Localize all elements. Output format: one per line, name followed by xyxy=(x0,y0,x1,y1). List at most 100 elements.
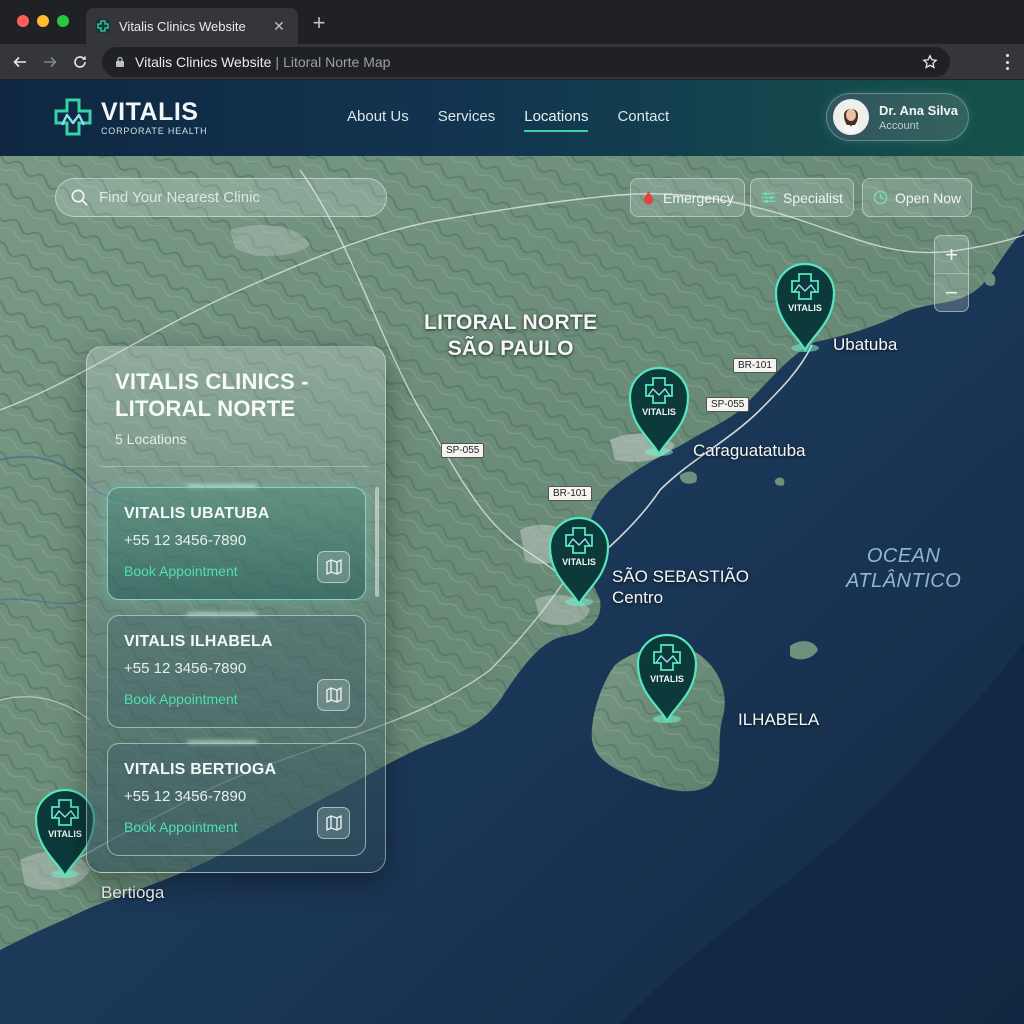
clock-icon xyxy=(873,190,888,205)
vitalis-favicon-icon xyxy=(96,19,110,33)
book-appointment-link[interactable]: Book Appointment xyxy=(124,563,238,579)
pin-label: VITALIS xyxy=(650,674,684,684)
city-label-ubatuba: Ubatuba xyxy=(833,335,898,354)
filter-open-now-label: Open Now xyxy=(895,189,962,206)
clinic-pin-ubatuba[interactable]: VITALIS xyxy=(774,262,836,354)
city-label-sao-sebastiao-line2: Centro xyxy=(612,588,664,607)
address-bar: Vitalis Clinics Website | Litoral Norte … xyxy=(0,44,1024,80)
locations-count: 5 Locations xyxy=(115,431,187,447)
map-icon xyxy=(325,559,342,575)
browser-tab-bar: Vitalis Clinics Website ✕ + xyxy=(0,0,1024,44)
clinic-phone: +55 12 3456-7890 xyxy=(124,788,247,805)
forward-button[interactable] xyxy=(38,50,62,74)
panel-scrollbar[interactable] xyxy=(375,487,379,597)
city-label-sao-sebastiao-line1: SÃO SEBASTIÃO xyxy=(612,567,749,586)
lock-icon xyxy=(116,56,124,67)
map-icon xyxy=(325,687,342,703)
reload-button[interactable] xyxy=(68,50,92,74)
book-appointment-link[interactable]: Book Appointment xyxy=(124,691,238,707)
filter-emergency-label: Emergency xyxy=(663,189,734,206)
pin-label: VITALIS xyxy=(788,303,822,313)
city-label-caraguatatuba: Caraguatatuba xyxy=(693,441,806,460)
zoom-in-button[interactable]: + xyxy=(935,236,968,274)
road-shield-br101: BR-101 xyxy=(733,358,777,373)
map-pin-icon: VITALIS xyxy=(636,633,698,724)
maximize-window-button[interactable] xyxy=(57,15,69,27)
ocean-label: OCEAN ATLÂNTICO xyxy=(846,544,961,594)
ocean-label-line2: ATLÂNTICO xyxy=(846,570,962,592)
vitalis-cross-logo-icon xyxy=(54,98,92,136)
panel-title: VITALIS CLINICS - LITORAL NORTE xyxy=(115,368,309,422)
pin-label: VITALIS xyxy=(642,407,676,417)
close-window-button[interactable] xyxy=(17,15,29,27)
clinic-pin-ilhabela[interactable]: VITALIS xyxy=(636,633,698,725)
filter-open-now-button[interactable]: Open Now xyxy=(862,178,973,217)
new-tab-button[interactable]: + xyxy=(308,10,330,36)
show-on-map-button[interactable] xyxy=(317,807,350,839)
nav-locations[interactable]: Locations xyxy=(524,108,589,132)
clinic-name: VITALIS UBATUBA xyxy=(124,505,270,522)
page: VITALIS CORPORATE HEALTH About Us Servic… xyxy=(0,80,1024,1024)
filter-specialist-button[interactable]: Specialist xyxy=(750,178,854,217)
nav-services[interactable]: Services xyxy=(438,108,496,132)
clinic-card-ilhabela[interactable]: VITALIS ILHABELA +55 12 3456-7890 Book A… xyxy=(107,615,366,728)
drop-icon xyxy=(643,190,654,205)
show-on-map-button[interactable] xyxy=(317,551,350,583)
clinic-pin-sao-sebastiao[interactable]: VITALIS xyxy=(548,516,610,608)
region-label: LITORAL NORTE SÃO PAULO xyxy=(424,310,597,362)
map-pin-icon: VITALIS xyxy=(628,366,690,457)
clinic-phone: +55 12 3456-7890 xyxy=(124,660,247,677)
road-shield-sp055: SP-055 xyxy=(441,443,485,458)
reload-icon xyxy=(74,56,86,68)
doctor-avatar-icon xyxy=(835,101,867,133)
search-input[interactable] xyxy=(99,189,369,206)
city-label-sao-sebastiao: SÃO SEBASTIÃO Centro xyxy=(612,566,749,608)
account-button[interactable]: Dr. Ana Silva Account xyxy=(826,93,969,141)
road-shield-sp055: SP-055 xyxy=(706,397,750,412)
ocean-label-line1: OCEAN xyxy=(866,545,941,567)
region-label-line1: LITORAL NORTE xyxy=(424,311,598,334)
clinic-search[interactable] xyxy=(55,178,387,217)
window-controls xyxy=(17,15,69,27)
clinic-card-ubatuba[interactable]: VITALIS UBATUBA +55 12 3456-7890 Book Ap… xyxy=(107,487,366,600)
tab-title: Vitalis Clinics Website xyxy=(119,18,246,34)
account-name: Dr. Ana Silva xyxy=(879,102,958,118)
show-on-map-button[interactable] xyxy=(317,679,350,711)
back-arrow-icon xyxy=(13,56,26,68)
clinic-name: VITALIS BERTIOGA xyxy=(124,761,277,778)
account-role: Account xyxy=(879,119,919,132)
sliders-icon xyxy=(761,192,776,203)
filter-specialist-label: Specialist xyxy=(783,189,843,206)
brand-tagline: CORPORATE HEALTH xyxy=(101,125,208,136)
minimize-window-button[interactable] xyxy=(37,15,49,27)
map-icon xyxy=(325,815,342,831)
url-field[interactable]: Vitalis Clinics Website | Litoral Norte … xyxy=(102,47,950,77)
map-pin-icon: VITALIS xyxy=(548,516,610,607)
clinic-name: VITALIS ILHABELA xyxy=(124,633,273,650)
panel-divider xyxy=(101,466,369,467)
brand-logo[interactable]: VITALIS CORPORATE HEALTH xyxy=(53,97,207,137)
locations-panel: VITALIS CLINICS - LITORAL NORTE 5 Locati… xyxy=(86,346,386,873)
url-host: Vitalis Clinics Website xyxy=(135,54,272,70)
pin-label: VITALIS xyxy=(48,829,82,839)
main-nav: About Us Services Locations Contact xyxy=(347,108,669,132)
filter-emergency-button[interactable]: Emergency xyxy=(630,178,745,217)
zoom-controls: + − xyxy=(934,235,969,312)
nav-contact[interactable]: Contact xyxy=(617,108,669,132)
city-label-ilhabela: ILHABELA xyxy=(738,710,820,729)
back-button[interactable] xyxy=(8,50,32,74)
zoom-out-button[interactable]: − xyxy=(935,274,968,312)
nav-about-us[interactable]: About Us xyxy=(347,108,409,132)
map-pin-icon: VITALIS xyxy=(774,262,836,353)
tab-close-icon[interactable]: ✕ xyxy=(270,18,288,35)
bookmark-star-icon[interactable] xyxy=(922,54,938,70)
book-appointment-link[interactable]: Book Appointment xyxy=(124,819,238,835)
clinic-pin-caraguatatuba[interactable]: VITALIS xyxy=(628,366,690,458)
forward-arrow-icon xyxy=(44,56,57,68)
browser-tab[interactable]: Vitalis Clinics Website ✕ xyxy=(86,8,298,44)
site-header: VITALIS CORPORATE HEALTH About Us Servic… xyxy=(0,80,1024,156)
browser-menu-icon[interactable] xyxy=(1004,54,1010,70)
clinic-card-bertioga[interactable]: VITALIS BERTIOGA +55 12 3456-7890 Book A… xyxy=(107,743,366,856)
road-shield-br101: BR-101 xyxy=(548,486,592,501)
brand-name: VITALIS xyxy=(101,97,199,126)
